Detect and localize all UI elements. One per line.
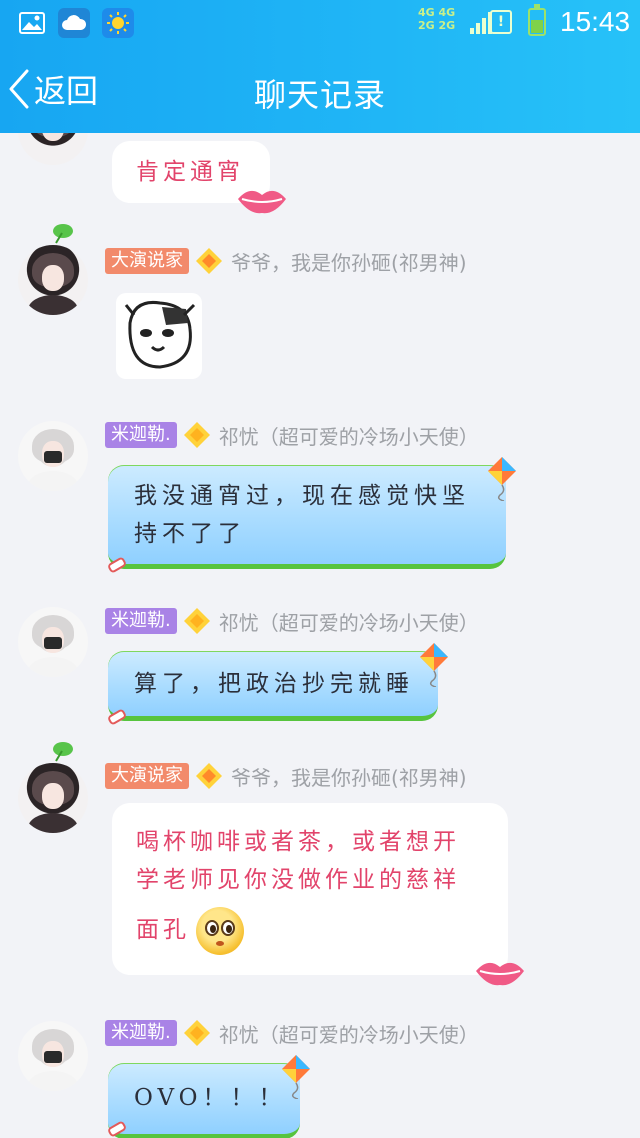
- sender-nickname: 爷爷，我是你孙砸(祁男神): [231, 250, 467, 275]
- cloud-icon: [58, 8, 90, 38]
- message-bubble[interactable]: 算了，把政治抄完就睡: [108, 651, 438, 721]
- message-text-line: 喝杯咖啡或者茶，或者想开: [136, 829, 460, 855]
- sender-row: 米迦勒. 祁忧（超可爱的冷场小天使）: [105, 419, 479, 451]
- sender-nickname: 爷爷，我是你孙砸(祁男神): [231, 765, 467, 790]
- top-bar: 4G 4G 2G 2G ! 15:43 返回 聊天记录: [0, 0, 640, 133]
- diamond-icon: [195, 247, 223, 275]
- message-bubble[interactable]: OVO！！！: [108, 1063, 300, 1138]
- pleading-face-icon: [196, 907, 244, 955]
- message-text-line: 学老师见你没做作业的慈祥: [136, 867, 460, 893]
- diamond-icon: [183, 421, 211, 449]
- kite-icon: [488, 457, 516, 501]
- avatar[interactable]: [18, 133, 88, 165]
- gallery-icon: [16, 8, 48, 38]
- message-text: OVO！！！: [134, 1085, 287, 1111]
- avatar[interactable]: [18, 1021, 88, 1091]
- status-bar: 4G 4G 2G 2G ! 15:43: [0, 0, 640, 46]
- message-bubble[interactable]: 我没通宵过，现在感觉快坚 持不了了: [108, 465, 506, 569]
- title-badge: 大演说家: [105, 763, 189, 789]
- lips-icon: [476, 962, 524, 986]
- sticker-image[interactable]: [116, 293, 202, 379]
- sender-row: 大演说家 爷爷，我是你孙砸(祁男神): [105, 245, 467, 277]
- pin-icon: [108, 709, 126, 725]
- chat-history[interactable]: 肯定通宵 大演说家 爷爷，我是你孙砸(祁男神) 米迦勒. 祁忧（超可爱的冷场小天…: [0, 133, 640, 1138]
- alert-icon: !: [490, 10, 512, 34]
- sender-nickname: 祁忧（超可爱的冷场小天使）: [218, 424, 479, 449]
- signal-icon: [470, 10, 492, 34]
- message-text-line: 面孔: [136, 917, 190, 943]
- header: 返回 聊天记录: [0, 46, 640, 133]
- leaf-icon: [53, 224, 73, 244]
- message-text: 算了，把政治抄完就睡: [134, 671, 414, 697]
- sender-nickname: 祁忧（超可爱的冷场小天使）: [218, 1022, 479, 1047]
- sun-icon: [102, 8, 134, 38]
- title-badge: 米迦勒.: [105, 1020, 177, 1046]
- message-text: 肯定通宵: [136, 159, 244, 185]
- pin-icon: [108, 557, 126, 573]
- pin-icon: [108, 1121, 126, 1137]
- diamond-icon: [183, 607, 211, 635]
- kite-icon: [420, 643, 448, 687]
- leaf-icon: [53, 742, 73, 762]
- lips-icon: [238, 190, 286, 214]
- sender-row: 米迦勒. 祁忧（超可爱的冷场小天使）: [105, 1017, 479, 1049]
- avatar[interactable]: [18, 421, 88, 491]
- network-type: 4G 4G 2G 2G: [418, 6, 456, 32]
- diamond-icon: [195, 762, 223, 790]
- sender-row: 大演说家 爷爷，我是你孙砸(祁男神): [105, 760, 467, 792]
- avatar[interactable]: [18, 607, 88, 677]
- sender-nickname: 祁忧（超可爱的冷场小天使）: [218, 610, 479, 635]
- title-badge: 米迦勒.: [105, 422, 177, 448]
- avatar[interactable]: [18, 763, 88, 833]
- message-text: 我没通宵过，现在感觉快坚 持不了了: [134, 483, 470, 547]
- page-title: 聊天记录: [253, 76, 386, 114]
- kite-icon: [282, 1055, 310, 1099]
- title-badge: 米迦勒.: [105, 608, 177, 634]
- avatar[interactable]: [18, 245, 88, 315]
- battery-icon: [528, 4, 546, 36]
- sender-row: 米迦勒. 祁忧（超可爱的冷场小天使）: [105, 605, 479, 637]
- title-badge: 大演说家: [105, 248, 189, 274]
- diamond-icon: [183, 1019, 211, 1047]
- status-time: 15:43: [560, 6, 631, 37]
- message-bubble[interactable]: 喝杯咖啡或者茶，或者想开 学老师见你没做作业的慈祥 面孔: [112, 803, 508, 975]
